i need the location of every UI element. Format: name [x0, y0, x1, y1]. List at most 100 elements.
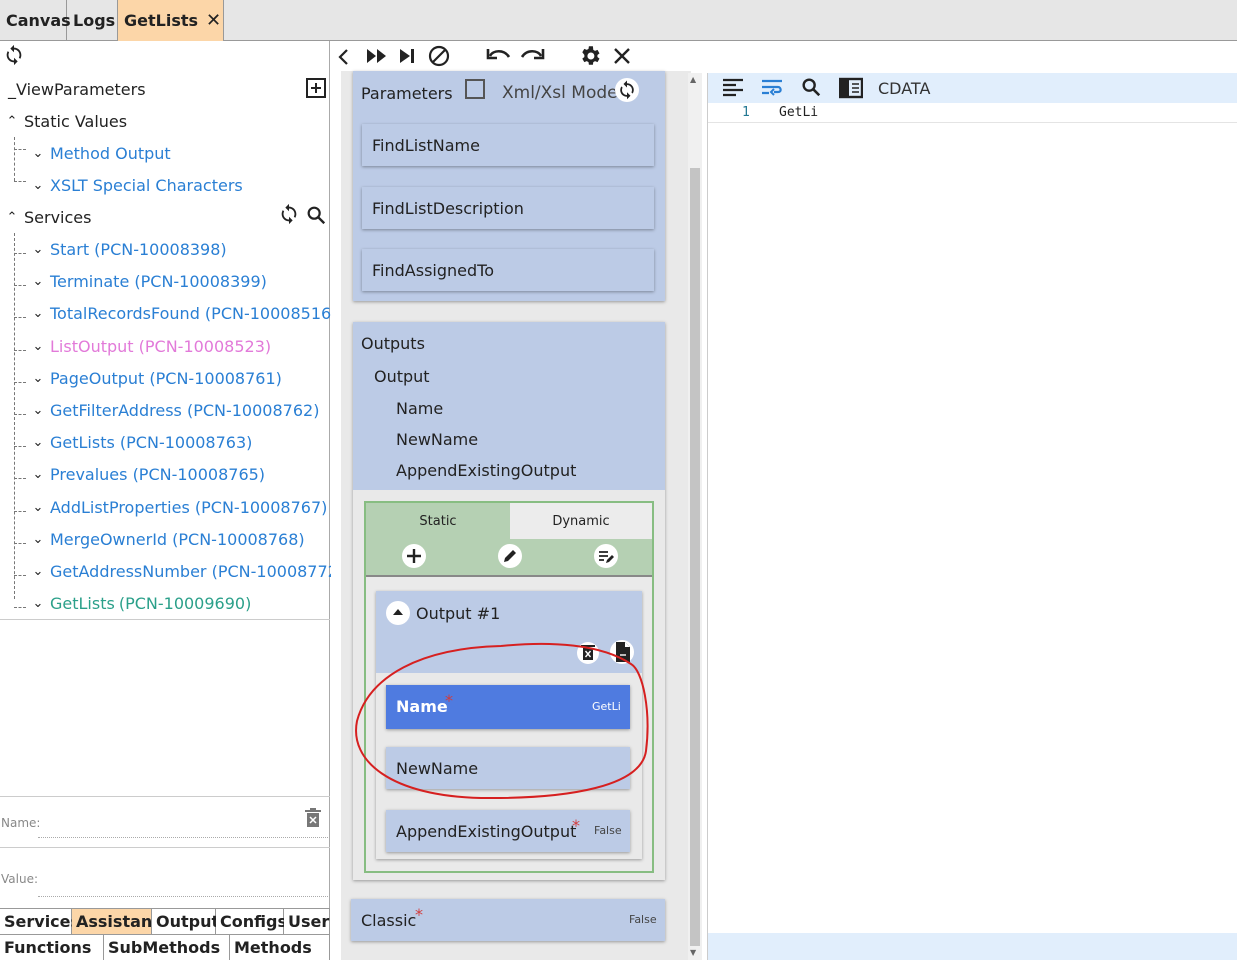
view-panel-icon[interactable] — [839, 77, 863, 99]
tree-connector — [14, 181, 26, 182]
format-align-icon[interactable] — [722, 78, 744, 98]
service-item[interactable]: ⌄ Start (PCN-10008398) — [30, 240, 227, 259]
xml-mode-checkbox[interactable] — [465, 79, 485, 99]
editor-search-icon[interactable] — [800, 76, 822, 98]
service-item[interactable]: ⌄ GetLists (PCN-10008763) — [30, 433, 253, 452]
chevron-down-icon[interactable]: ⌄ — [30, 146, 46, 161]
chevron-down-icon[interactable]: ⌄ — [30, 306, 46, 321]
chevron-down-icon[interactable]: ⌄ — [30, 371, 46, 386]
bottom-tab-methods[interactable]: Methods — [230, 934, 330, 960]
static-item-xslt[interactable]: ⌄ XSLT Special Characters — [30, 176, 243, 195]
chevron-down-icon[interactable]: ⌄ — [30, 339, 46, 354]
service-item[interactable]: ⌄ Prevalues (PCN-10008765) — [30, 465, 266, 484]
services-refresh-icon[interactable] — [278, 203, 300, 225]
tree-connector — [14, 575, 26, 576]
wrap-text-icon[interactable] — [761, 78, 783, 98]
close-icon[interactable] — [613, 47, 631, 65]
service-item[interactable]: ⌄ AddListProperties (PCN-10008767) — [30, 498, 328, 517]
chevron-down-icon[interactable]: ⌄ — [30, 564, 46, 579]
append-field-card[interactable]: AppendExistingOutput * False — [386, 810, 630, 852]
output-field-append: AppendExistingOutput — [396, 461, 577, 480]
outputs-label: Outputs — [361, 334, 425, 353]
service-item[interactable]: ⌄ ListOutput (PCN-10008523) — [30, 337, 272, 356]
bottom-tab-user[interactable]: User — [284, 908, 330, 934]
param-label: FindListName — [372, 135, 480, 155]
static-item-label: XSLT Special Characters — [50, 176, 243, 195]
name-input[interactable] — [38, 814, 328, 838]
tab-getlists[interactable]: GetLists ✕ — [118, 0, 224, 41]
add-icon[interactable] — [401, 543, 427, 569]
add-box-icon[interactable] — [305, 77, 327, 99]
tab-canvas[interactable]: Canvas — [0, 0, 71, 41]
view-parameters-label: _ViewParameters — [8, 80, 146, 99]
service-item[interactable]: ⌄ PageOutput (PCN-10008761) — [30, 369, 282, 388]
gear-icon[interactable] — [578, 44, 602, 68]
bottom-tab-functions[interactable]: Functions — [0, 934, 104, 960]
chevron-down-icon[interactable]: ⌄ — [30, 178, 46, 193]
trash-icon[interactable] — [304, 808, 322, 828]
service-item[interactable]: ⌄ GetAddressNumber (PCN-10008772) — [30, 562, 345, 581]
tab-dynamic[interactable]: Dynamic — [510, 503, 652, 539]
xml-mode-refresh-icon[interactable] — [614, 77, 640, 103]
collapse-icon[interactable] — [385, 600, 411, 626]
param-findlistname[interactable]: FindListName — [362, 124, 654, 166]
fast-forward-icon[interactable] — [365, 47, 389, 65]
bottom-tab-configs[interactable]: Configs — [216, 908, 287, 934]
bottom-tab-output[interactable]: Output — [152, 908, 220, 934]
view-parameters-node[interactable]: _ViewParameters — [8, 80, 146, 99]
editor-line-1[interactable]: 1 GetLi — [708, 103, 1237, 123]
redo-icon[interactable] — [519, 46, 545, 66]
param-findlistdescription[interactable]: FindListDescription — [362, 187, 654, 229]
skip-next-icon[interactable] — [398, 47, 416, 65]
chevron-down-icon[interactable]: ⌄ — [30, 532, 46, 547]
line-text: GetLi — [779, 105, 819, 120]
edit-icon[interactable] — [497, 543, 523, 569]
tree-connector — [14, 543, 26, 544]
services-label: Services — [24, 208, 92, 227]
bottom-tab-label: Output — [156, 912, 220, 931]
service-item[interactable]: ⌄ Terminate (PCN-10008399) — [30, 272, 267, 291]
service-item[interactable]: ⌄ GetLists (PCN-10009690) — [30, 594, 252, 613]
bottom-tab-submethods[interactable]: SubMethods — [104, 934, 230, 960]
chevron-down-icon[interactable]: ⌄ — [30, 467, 46, 482]
assistant-scroll-area: Parameters Xml/Xsl Mode FindListName Fin… — [341, 71, 691, 960]
value-input[interactable] — [38, 871, 328, 897]
scroll-down-icon[interactable]: ▼ — [690, 948, 696, 957]
search-icon[interactable] — [305, 204, 327, 226]
refresh-icon[interactable] — [3, 44, 25, 66]
static-values-node[interactable]: ⌃ Static Values — [4, 112, 128, 131]
chevron-down-icon[interactable]: ⌄ — [30, 242, 46, 257]
chevron-down-icon[interactable]: ⌄ — [30, 403, 46, 418]
chevron-down-icon[interactable]: ⌄ — [30, 274, 46, 289]
services-node[interactable]: ⌃ Services — [4, 208, 92, 227]
divider — [0, 847, 330, 848]
service-item[interactable]: ⌄ GetFilterAddress (PCN-10008762) — [30, 401, 320, 420]
service-item-suffix: (PCN-10009690) — [118, 594, 252, 613]
chevron-up-icon[interactable]: ⌃ — [4, 114, 20, 129]
bottom-tab-assistant[interactable]: Assistant — [72, 908, 160, 934]
tab-static[interactable]: Static — [366, 503, 510, 539]
static-item-method-output[interactable]: ⌄ Method Output — [30, 144, 171, 163]
scrollbar-thumb[interactable] — [690, 168, 700, 946]
chevron-down-icon[interactable]: ⌄ — [30, 500, 46, 515]
service-item-label: Terminate (PCN-10008399) — [50, 272, 267, 291]
tab-logs[interactable]: Logs — [67, 0, 118, 41]
block-icon[interactable] — [428, 45, 450, 67]
edit-note-icon[interactable] — [593, 543, 619, 569]
editor-panel: CDATA 1 GetLi — [707, 73, 1237, 960]
cdata-label[interactable]: CDATA — [878, 79, 930, 98]
undo-icon[interactable] — [486, 46, 512, 66]
param-findassignedto[interactable]: FindAssignedTo — [362, 249, 654, 291]
chevron-up-icon[interactable]: ⌃ — [4, 210, 20, 225]
close-tab-icon[interactable]: ✕ — [206, 10, 221, 31]
back-icon[interactable] — [337, 48, 349, 66]
bottom-tab-label: Assistant — [76, 912, 160, 931]
service-item[interactable]: ⌄ MergeOwnerId (PCN-10008768) — [30, 530, 305, 549]
chevron-down-icon[interactable]: ⌄ — [30, 435, 46, 450]
chevron-down-icon[interactable]: ⌄ — [30, 596, 46, 611]
scroll-up-icon[interactable]: ▲ — [690, 75, 696, 84]
bottom-tab-services[interactable]: Services — [0, 908, 80, 934]
service-item[interactable]: ⌄ TotalRecordsFound (PCN-10008516) — [30, 304, 338, 323]
classic-field-card[interactable]: Classic * False — [351, 899, 665, 941]
left-panel: _ViewParameters ⌃ Static Values ⌄ Method O… — [0, 41, 344, 960]
